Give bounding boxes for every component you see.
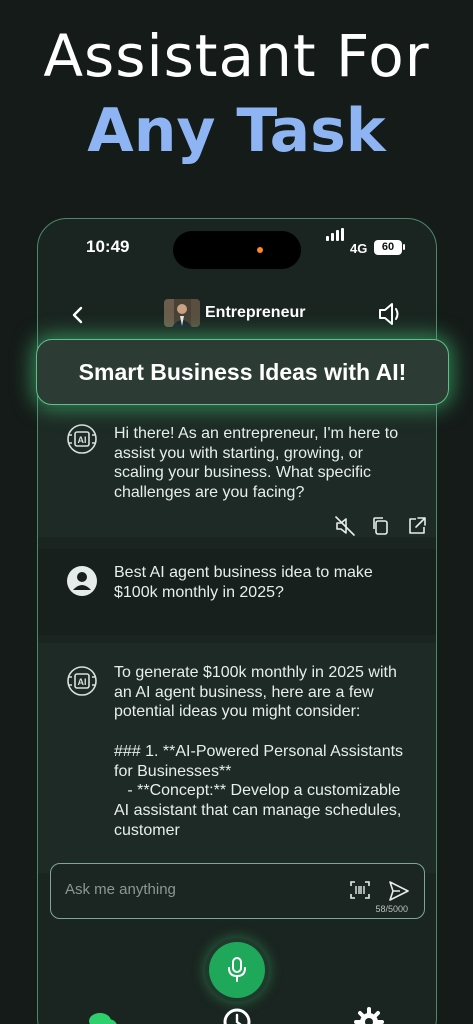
message-actions [334, 515, 428, 537]
dynamic-island [173, 231, 301, 269]
battery-cap [403, 244, 405, 250]
history-icon[interactable] [222, 1007, 252, 1024]
svg-text:AI: AI [78, 435, 87, 445]
network-label: 4G [350, 241, 368, 256]
battery-icon: 60 [374, 240, 402, 255]
share-icon[interactable] [406, 515, 428, 537]
status-time: 10:49 [86, 237, 130, 256]
message-text: Best AI agent business idea to make $100… [114, 564, 378, 601]
settings-icon[interactable] [354, 1007, 384, 1024]
assistant-message: AI To generate $100k monthly in 2025 wit… [38, 643, 436, 873]
character-counter: 58/5000 [375, 904, 408, 914]
composer: 58/5000 [50, 863, 425, 919]
mute-icon[interactable] [334, 515, 356, 537]
scan-icon[interactable] [349, 879, 371, 901]
promo-subheadline: Any Task [87, 96, 386, 166]
ai-bot-icon: AI [66, 423, 98, 455]
microphone-button[interactable] [209, 942, 265, 998]
ai-bot-icon: AI [66, 665, 98, 697]
message-text: To generate $100k monthly in 2025 with a… [114, 664, 404, 839]
page-title: Entrepreneur [205, 304, 306, 321]
svg-text:AI: AI [78, 677, 87, 687]
assistant-message: AI Hi there! As an entrepreneur, I'm her… [38, 409, 436, 537]
microphone-icon [228, 957, 246, 982]
promo-headline: Assistant For [43, 22, 430, 90]
user-message: Best AI agent business idea to make $100… [38, 549, 436, 635]
copy-icon[interactable] [370, 515, 392, 537]
send-icon[interactable] [387, 879, 411, 903]
speaker-icon[interactable] [376, 299, 406, 329]
user-avatar-icon [66, 565, 98, 597]
message-input[interactable] [65, 881, 325, 898]
feature-banner: Smart Business Ideas with AI! [36, 339, 449, 405]
message-text: Hi there! As an entrepreneur, I'm here t… [114, 425, 403, 502]
chat-icon[interactable] [88, 1007, 118, 1024]
avatar [164, 299, 200, 327]
island-indicator-dot [257, 247, 263, 253]
chevron-left-icon[interactable] [66, 303, 90, 327]
